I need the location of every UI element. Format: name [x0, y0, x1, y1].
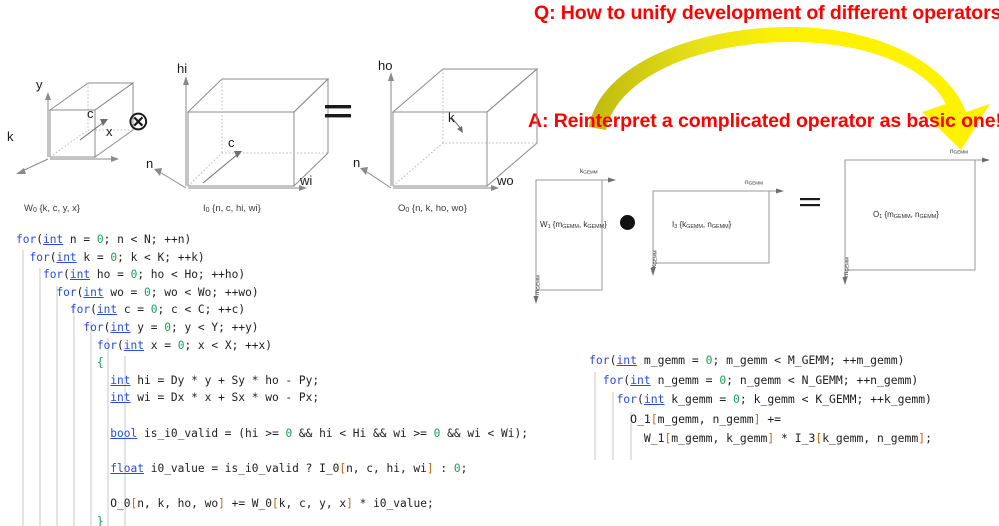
gemm-code-block: for(int m_gemm = 0; m_gemm < M_GEMM; ++m… [589, 353, 932, 445]
slide-canvas: Q: How to unify development of different… [0, 0, 999, 526]
